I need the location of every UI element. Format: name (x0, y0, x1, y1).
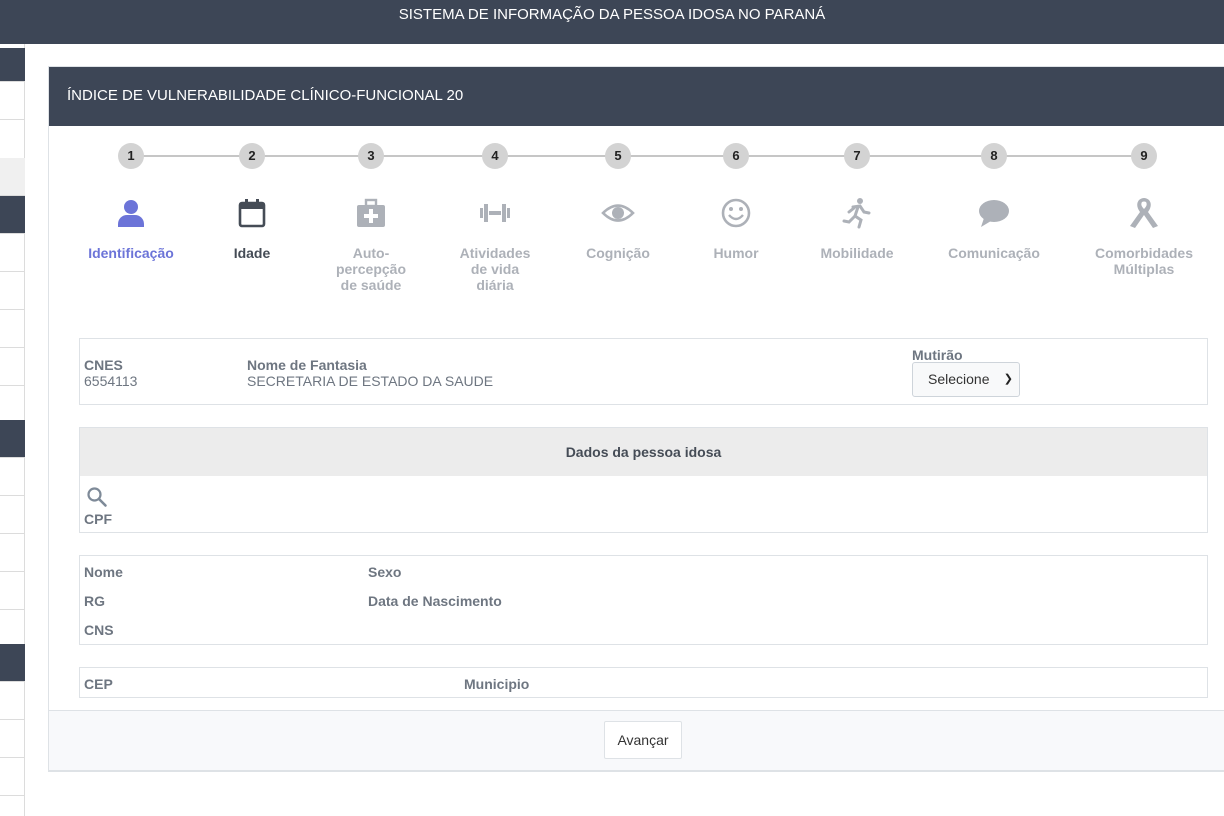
person-section-title: Dados da pessoa idosa (565, 444, 722, 460)
step-number[interactable]: 1 (118, 143, 144, 169)
step-label[interactable]: Comorbidades Múltiplas (1074, 245, 1214, 277)
sidebar-item[interactable] (0, 420, 25, 458)
mutirao-select[interactable]: Selecione ❯ (912, 362, 1020, 397)
search-icon[interactable] (86, 486, 108, 508)
step-label[interactable]: Identificação (61, 245, 201, 261)
step-label[interactable]: Comunicação (924, 245, 1064, 261)
step-number[interactable]: 3 (358, 143, 384, 169)
sidebar-item[interactable] (0, 758, 25, 796)
sidebar-item[interactable] (0, 348, 25, 386)
chevron-down-icon: ❯ (1003, 373, 1013, 385)
person-details-box (79, 555, 1208, 645)
cnes-label: CNES (84, 357, 123, 373)
app-title-bar: SISTEMA DE INFORMAÇÃO DA PESSOA IDOSA NO… (0, 0, 1224, 44)
sidebar-item[interactable] (0, 48, 25, 82)
step-number[interactable]: 7 (844, 143, 870, 169)
sidebar-item[interactable] (0, 682, 25, 720)
municipio-label: Municipio (464, 676, 530, 692)
sidebar-item[interactable] (0, 644, 25, 682)
step-label[interactable]: Mobilidade (787, 245, 927, 261)
smile-icon[interactable] (719, 196, 753, 230)
fantasia-label: Nome de Fantasia (247, 357, 367, 373)
step-number[interactable]: 6 (723, 143, 749, 169)
step-number[interactable]: 5 (605, 143, 631, 169)
sidebar-item[interactable] (0, 534, 25, 572)
medkit-icon[interactable] (354, 196, 388, 230)
cnes-value: 6554113 (84, 373, 138, 389)
person-icon[interactable] (114, 196, 148, 230)
step-number[interactable]: 9 (1131, 143, 1157, 169)
step-number[interactable]: 8 (981, 143, 1007, 169)
address-box (79, 667, 1208, 698)
step-number[interactable]: 2 (239, 143, 265, 169)
next-button-label: Avançar (617, 732, 669, 748)
sidebar-item[interactable] (0, 272, 25, 310)
nascimento-label: Data de Nascimento (368, 593, 502, 609)
step-label[interactable]: Humor (666, 245, 806, 261)
sidebar (0, 44, 25, 816)
person-section-header: Dados da pessoa idosa (79, 427, 1208, 477)
calendar-icon[interactable] (235, 196, 269, 230)
sidebar-item[interactable] (0, 158, 25, 196)
eye-icon[interactable] (601, 196, 635, 230)
sidebar-item[interactable] (0, 196, 25, 234)
sidebar-item[interactable] (0, 82, 25, 120)
step-label[interactable]: Auto- percepção de saúde (301, 245, 441, 293)
cpf-box (79, 476, 1208, 533)
step-number[interactable]: 4 (482, 143, 508, 169)
card-title: ÍNDICE DE VULNERABILIDADE CLÍNICO-FUNCIO… (67, 87, 464, 104)
sidebar-item[interactable] (0, 572, 25, 610)
cep-label: CEP (84, 676, 113, 692)
mutirao-label: Mutirão (912, 347, 963, 363)
sidebar-item[interactable] (0, 310, 25, 348)
next-button[interactable]: Avançar (604, 721, 682, 759)
app-title: SISTEMA DE INFORMAÇÃO DA PESSOA IDOSA NO… (398, 6, 826, 23)
sidebar-item[interactable] (0, 720, 25, 758)
step-label[interactable]: Atividades de vida diária (425, 245, 565, 293)
cns-label: CNS (84, 622, 114, 638)
mutirao-selected-value: Selecione (928, 371, 990, 387)
card-header: ÍNDICE DE VULNERABILIDADE CLÍNICO-FUNCIO… (49, 67, 1224, 126)
running-icon[interactable] (840, 196, 874, 230)
nome-label: Nome (84, 564, 123, 580)
sexo-label: Sexo (368, 564, 402, 580)
sidebar-item[interactable] (0, 496, 25, 534)
sidebar-item[interactable] (0, 458, 25, 496)
chat-icon[interactable] (977, 196, 1011, 230)
ribbon-icon[interactable] (1127, 196, 1161, 230)
cpf-label: CPF (84, 511, 112, 527)
dumbbell-icon[interactable] (478, 196, 512, 230)
rg-label: RG (84, 593, 105, 609)
fantasia-value: SECRETARIA DE ESTADO DA SAUDE (247, 373, 494, 389)
sidebar-item[interactable] (0, 234, 25, 272)
